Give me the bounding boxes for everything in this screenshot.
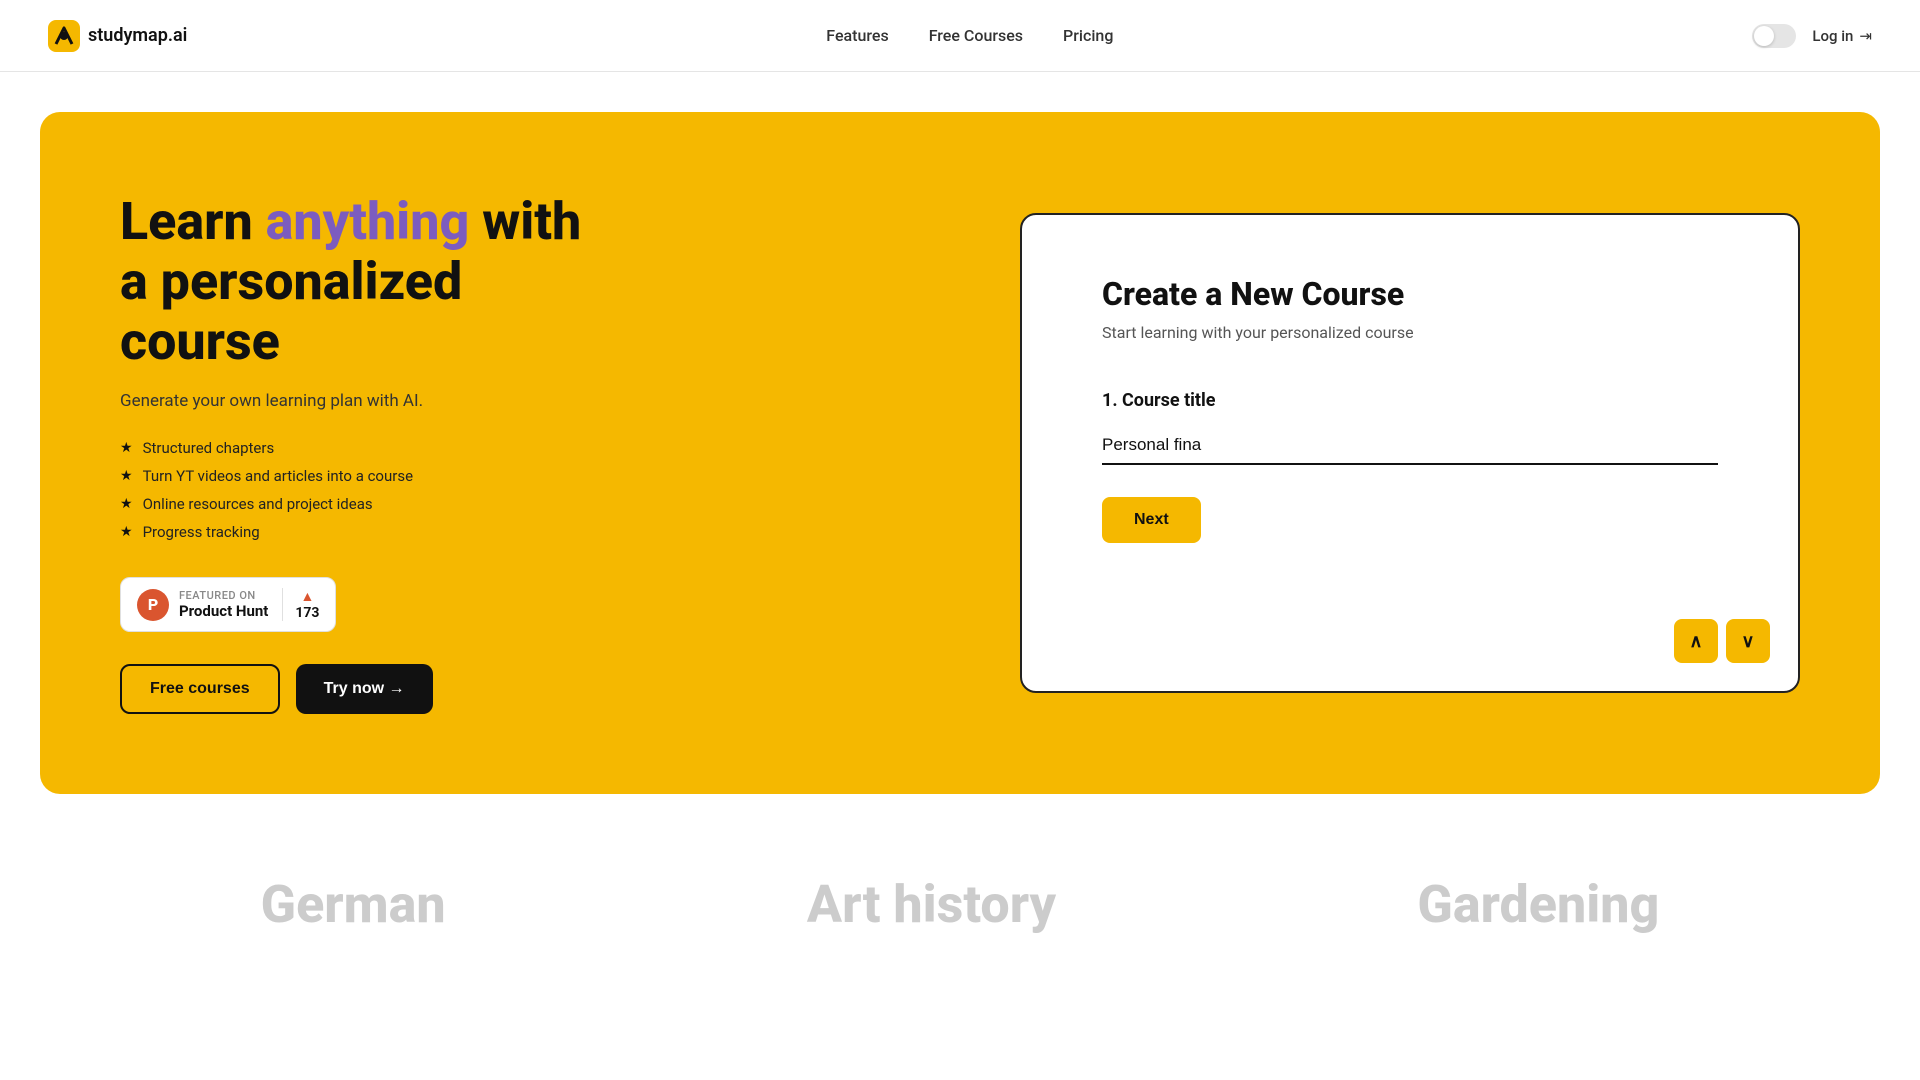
product-hunt-badge[interactable]: P FEATURED ON Product Hunt ▲ 173 — [120, 577, 336, 632]
hero-section: Learn anything with a personalized cours… — [40, 112, 1880, 794]
card-navigation: ∧ ∨ — [1674, 619, 1770, 663]
feature-item-1: Structured chapters — [120, 439, 620, 457]
login-button[interactable]: Log in ⇥ — [1812, 27, 1872, 45]
chevron-down-icon: ∨ — [1741, 631, 1754, 652]
hero-subtitle: Generate your own learning plan with AI. — [120, 391, 620, 411]
bottom-title-gardening: Gardening — [1417, 874, 1659, 935]
navbar-brand-area: studymap.ai — [48, 20, 187, 52]
course-title-input[interactable] — [1102, 427, 1718, 465]
ph-arrow-icon: ▲ — [300, 588, 314, 605]
bottom-section: German Art history Gardening — [0, 794, 1920, 975]
bottom-card-art: Art history — [807, 874, 1056, 935]
try-now-button[interactable]: Try now → — [296, 664, 433, 714]
chevron-up-icon: ∧ — [1689, 631, 1702, 652]
course-card: Create a New Course Start learning with … — [1020, 213, 1800, 693]
hero-left: Learn anything with a personalized cours… — [120, 192, 620, 714]
card-subtitle: Start learning with your personalized co… — [1102, 323, 1718, 342]
brand-name: studymap.ai — [88, 25, 187, 46]
hero-cta-buttons: Free courses Try now → — [120, 664, 620, 714]
step-label: 1. Course title — [1102, 390, 1718, 411]
nav-free-courses[interactable]: Free Courses — [929, 26, 1023, 45]
feature-item-4: Progress tracking — [120, 523, 620, 541]
toggle-track[interactable] — [1752, 24, 1796, 48]
bottom-card-german: German — [261, 874, 446, 935]
next-button[interactable]: Next — [1102, 497, 1201, 543]
navbar-right: Log in ⇥ — [1752, 24, 1872, 48]
bottom-title-german: German — [261, 874, 446, 935]
product-hunt-icon: P — [137, 589, 169, 621]
logo-icon — [48, 20, 80, 52]
theme-toggle[interactable] — [1752, 24, 1796, 48]
feature-item-3: Online resources and project ideas — [120, 495, 620, 513]
main-nav: Features Free Courses Pricing — [826, 26, 1113, 45]
hero-title: Learn anything with a personalized cours… — [120, 192, 620, 371]
login-icon: ⇥ — [1859, 27, 1872, 45]
card-nav-down[interactable]: ∨ — [1726, 619, 1770, 663]
card-title: Create a New Course — [1102, 275, 1718, 313]
bottom-title-art: Art history — [807, 874, 1056, 935]
free-courses-button[interactable]: Free courses — [120, 664, 280, 714]
bottom-card-gardening: Gardening — [1417, 874, 1659, 935]
ph-text-block: FEATURED ON Product Hunt — [179, 589, 268, 620]
feature-item-2: Turn YT videos and articles into a cours… — [120, 467, 620, 485]
input-wrapper — [1102, 427, 1718, 497]
card-nav-up[interactable]: ∧ — [1674, 619, 1718, 663]
nav-pricing[interactable]: Pricing — [1063, 26, 1113, 45]
navbar: studymap.ai Features Free Courses Pricin… — [0, 0, 1920, 72]
toggle-knob — [1754, 26, 1774, 46]
ph-score: ▲ 173 — [282, 588, 319, 621]
nav-features[interactable]: Features — [826, 26, 888, 45]
course-card-container: Create a New Course Start learning with … — [1020, 213, 1800, 693]
feature-list: Structured chapters Turn YT videos and a… — [120, 439, 620, 541]
